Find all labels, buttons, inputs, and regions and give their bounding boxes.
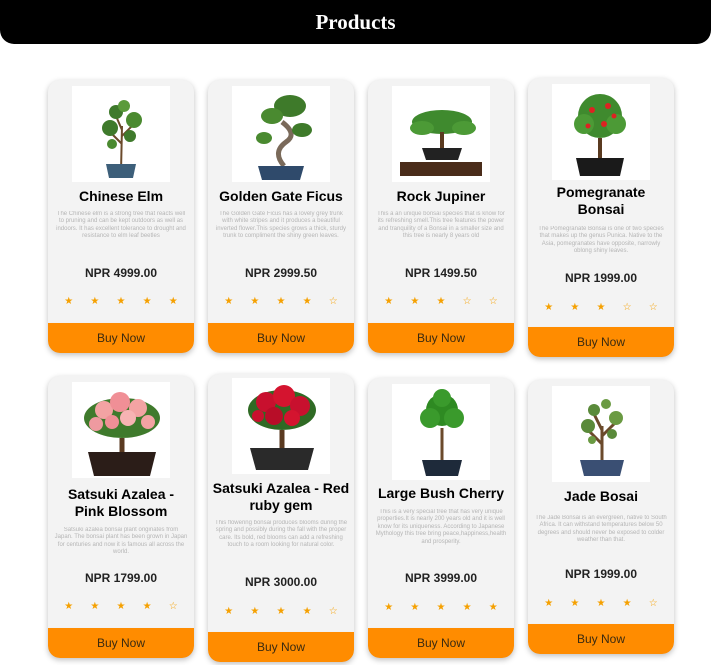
product-card-pomegranate-bonsai: Pomegranate Bonsai The Pomegranate Bonsa… [528,78,674,357]
product-price: NPR 2999.50 [244,266,318,280]
page-title: Products [315,9,396,34]
rating-stars: ★ ★ ★ ★ ★ [384,602,505,613]
product-card-large-bush-cherry: Large Bush Cherry This is a very special… [368,378,514,658]
buy-now-button[interactable]: Buy Now [48,628,194,658]
page-header: Products [0,0,711,44]
buy-now-button[interactable]: Buy Now [528,624,674,654]
product-price: NPR 3999.00 [404,571,478,585]
product-card-satsuki-azalea-pink: Satsuki Azalea - Pink Blossom Satsuki az… [48,376,194,658]
product-name: Jade Bosai [564,488,638,504]
product-description: This is a very special tree that has ver… [375,509,507,545]
product-price: NPR 1499.50 [404,266,478,280]
rating-stars: ★ ★ ★ ★ ★ [64,296,185,307]
buy-now-button[interactable]: Buy Now [208,632,354,662]
product-image-chinese-elm [72,86,170,182]
product-card-golden-gate-ficus: Golden Gate Ficus The Golden Gate Ficus … [208,80,354,353]
product-description: The Pomegranate Bonsai is one of two spe… [538,226,664,255]
product-image-golden-gate-ficus [232,86,330,182]
product-name: Satsuki Azalea - Red ruby gem [212,480,350,513]
product-description: The Golden Gate Ficus has a lovely grey … [215,211,347,240]
product-description: This a an unique bonsai species that is … [377,211,505,240]
product-description: Satsuki azalea bonsai plant originates f… [54,527,188,556]
product-description: This flowering bonsai produces blooms du… [214,520,348,549]
rating-stars: ★ ★ ★ ☆ ☆ [384,296,505,307]
rating-stars: ★ ★ ★ ★ ☆ [224,606,345,617]
buy-now-button[interactable]: Buy Now [48,323,194,353]
product-image-pomegranate-bonsai [552,84,650,180]
product-card-rock-jupiner: Rock Jupiner This a an unique bonsai spe… [368,80,514,353]
product-name: Satsuki Azalea - Pink Blossom [67,486,175,519]
product-name: Large Bush Cherry [377,485,505,501]
rating-stars: ★ ★ ★ ★ ☆ [64,601,185,612]
product-price: NPR 1799.00 [84,571,158,585]
rating-stars: ★ ★ ★ ☆ ☆ [544,302,665,313]
product-card-chinese-elm: Chinese Elm The Chinese elm is a strong … [48,80,194,353]
product-image-satsuki-azalea-pink [72,382,170,478]
product-image-large-bush-cherry [392,384,490,480]
product-name: Chinese Elm [78,188,164,204]
rating-stars: ★ ★ ★ ★ ☆ [544,598,665,609]
product-description: The Chinese elm is a strong tree that re… [56,211,186,240]
product-price: NPR 3000.00 [244,575,318,589]
buy-now-button[interactable]: Buy Now [208,323,354,353]
product-description: The Jade Bonsai is an evergreen, native … [535,515,667,544]
product-name: Rock Jupiner [396,188,486,204]
product-image-rock-jupiner [392,86,490,182]
product-card-satsuki-azalea-red: Satsuki Azalea - Red ruby gem This flowe… [208,374,354,662]
buy-now-button[interactable]: Buy Now [368,628,514,658]
product-price: NPR 1999.00 [564,271,638,285]
buy-now-button[interactable]: Buy Now [368,323,514,353]
product-price: NPR 4999.00 [84,266,158,280]
product-card-jade-bosai: Jade Bosai The Jade Bonsai is an evergre… [528,380,674,654]
product-image-satsuki-azalea-red [232,378,330,474]
buy-now-button[interactable]: Buy Now [528,327,674,357]
product-price: NPR 1999.00 [564,567,638,581]
product-image-jade-bosai [552,386,650,482]
product-name: Pomegranate Bonsai [556,184,646,217]
product-name: Golden Gate Ficus [219,188,343,204]
rating-stars: ★ ★ ★ ★ ☆ [224,296,345,307]
